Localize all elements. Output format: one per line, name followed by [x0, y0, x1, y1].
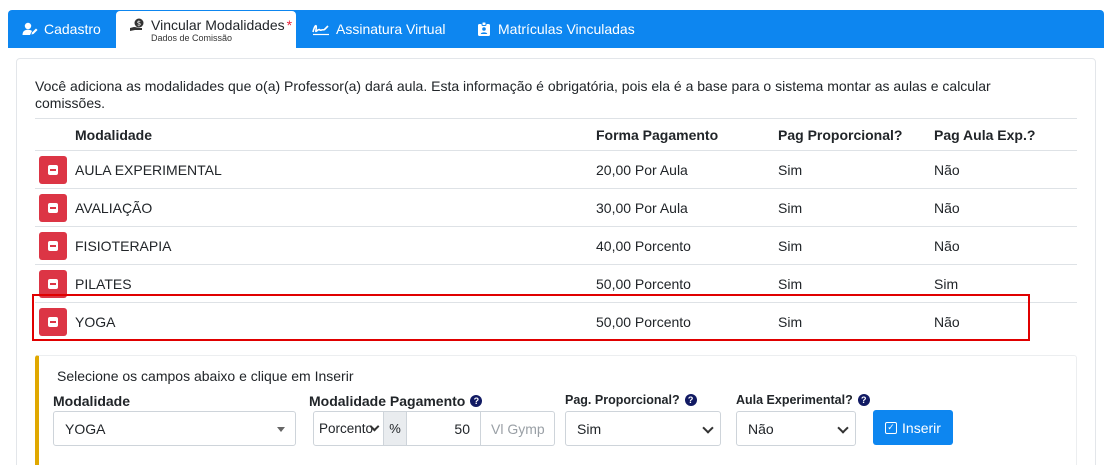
tab-bar: Cadastro $ Vincular Modalidades * Dados …	[8, 10, 1104, 49]
tab-vincular-modalidades[interactable]: $ Vincular Modalidades * Dados de Comiss…	[116, 11, 296, 49]
valor-input[interactable]: 50	[406, 411, 481, 446]
tab-matriculas-vinculadas[interactable]: Matrículas Vinculadas	[476, 10, 635, 48]
intro-text: Você adiciona as modalidades que o(a) Pr…	[35, 78, 991, 111]
minus-icon	[48, 240, 58, 251]
header-forma-pagamento: Forma Pagamento	[596, 126, 719, 143]
cell-pag-aula-exp: Não	[934, 161, 960, 178]
tab-cadastro[interactable]: Cadastro	[22, 10, 101, 48]
remove-button[interactable]	[39, 193, 67, 222]
tab-label: Vincular Modalidades	[151, 16, 285, 33]
tab-label: Matrículas Vinculadas	[498, 21, 635, 37]
svg-text:$: $	[137, 19, 141, 27]
remove-button[interactable]	[39, 231, 67, 260]
hand-money-icon: $	[130, 18, 146, 32]
tab-assinatura-virtual[interactable]: Assinatura Virtual	[312, 10, 445, 48]
label-modalidade-pagamento: Modalidade Pagamento ?	[309, 393, 483, 409]
caret-down-icon	[277, 427, 285, 432]
tab-sublabel: Dados de Comissão	[151, 32, 233, 43]
header-pag-proporcional: Pag Proporcional?	[778, 126, 903, 143]
header-pag-aula-exp: Pag Aula Exp.?	[934, 126, 1036, 143]
modalidade-select[interactable]: YOGA	[53, 411, 296, 446]
cell-forma-pagamento: 30,00 Por Aula	[596, 199, 688, 216]
insert-form: Selecione os campos abaixo e clique em I…	[35, 355, 1077, 465]
tipo-pagamento-select[interactable]: Porcento	[313, 411, 384, 446]
question-icon[interactable]: ?	[470, 395, 483, 407]
chevron-down-icon	[702, 422, 714, 434]
inserir-button[interactable]: ✓ Inserir	[873, 410, 953, 445]
minus-icon	[48, 202, 58, 213]
question-icon[interactable]: ?	[857, 394, 870, 406]
cell-forma-pagamento: 40,00 Porcento	[596, 237, 691, 254]
vl-gymp-input[interactable]: Vl Gymp	[481, 411, 555, 446]
inserir-label: Inserir	[902, 419, 941, 436]
signature-icon	[312, 22, 330, 36]
cell-forma-pagamento: 20,00 Por Aula	[596, 161, 688, 178]
experimental-select[interactable]: Não	[736, 411, 856, 446]
question-icon[interactable]: ?	[684, 394, 697, 406]
cell-pag-aula-exp: Não	[934, 237, 960, 254]
id-badge-icon	[476, 22, 492, 36]
cell-pag-proporcional: Sim	[778, 237, 803, 254]
proporcional-select-value: Sim	[577, 420, 602, 437]
table-row: AULA EXPERIMENTAL 20,00 Por Aula Sim Não	[35, 150, 1077, 188]
label-pag-proporcional: Pag. Proporcional? ?	[565, 393, 697, 407]
cell-modalidade: AVALIAÇÃO	[75, 199, 153, 216]
form-title: Selecione os campos abaixo e clique em I…	[57, 368, 354, 384]
user-edit-icon	[22, 22, 38, 36]
experimental-select-value: Não	[748, 420, 774, 437]
label-modalidade: Modalidade	[53, 393, 131, 409]
required-marker: *	[286, 16, 293, 33]
table-row: AVALIAÇÃO 30,00 Por Aula Sim Não	[35, 188, 1077, 226]
cell-pag-proporcional: Sim	[778, 199, 803, 216]
minus-icon	[48, 164, 58, 175]
modalidade-select-value: YOGA	[65, 420, 106, 437]
minus-icon	[48, 278, 58, 289]
remove-button[interactable]	[39, 155, 67, 184]
pagamento-input-group: Porcento % 50 Vl Gymp	[313, 411, 555, 446]
header-modalidade: Modalidade	[75, 126, 153, 143]
proporcional-select[interactable]: Sim	[565, 411, 721, 446]
check-square-icon: ✓	[885, 421, 898, 434]
table-row: FISIOTERAPIA 40,00 Porcento Sim Não	[35, 226, 1077, 264]
chevron-down-icon	[837, 422, 849, 434]
percent-addon: %	[384, 411, 406, 446]
tab-label: Assinatura Virtual	[336, 21, 446, 37]
label-aula-experimental: Aula Experimental? ?	[736, 393, 870, 407]
tab-label: Cadastro	[44, 21, 101, 37]
cell-pag-aula-exp: Não	[934, 199, 960, 216]
highlight-box	[32, 294, 1030, 341]
cell-modalidade: AULA EXPERIMENTAL	[75, 161, 222, 178]
cell-modalidade: FISIOTERAPIA	[75, 237, 172, 254]
table-header-row: Modalidade Forma Pagamento Pag Proporcio…	[35, 118, 1077, 150]
cell-pag-proporcional: Sim	[778, 161, 803, 178]
tipo-pagamento-value: Porcento	[319, 421, 374, 436]
